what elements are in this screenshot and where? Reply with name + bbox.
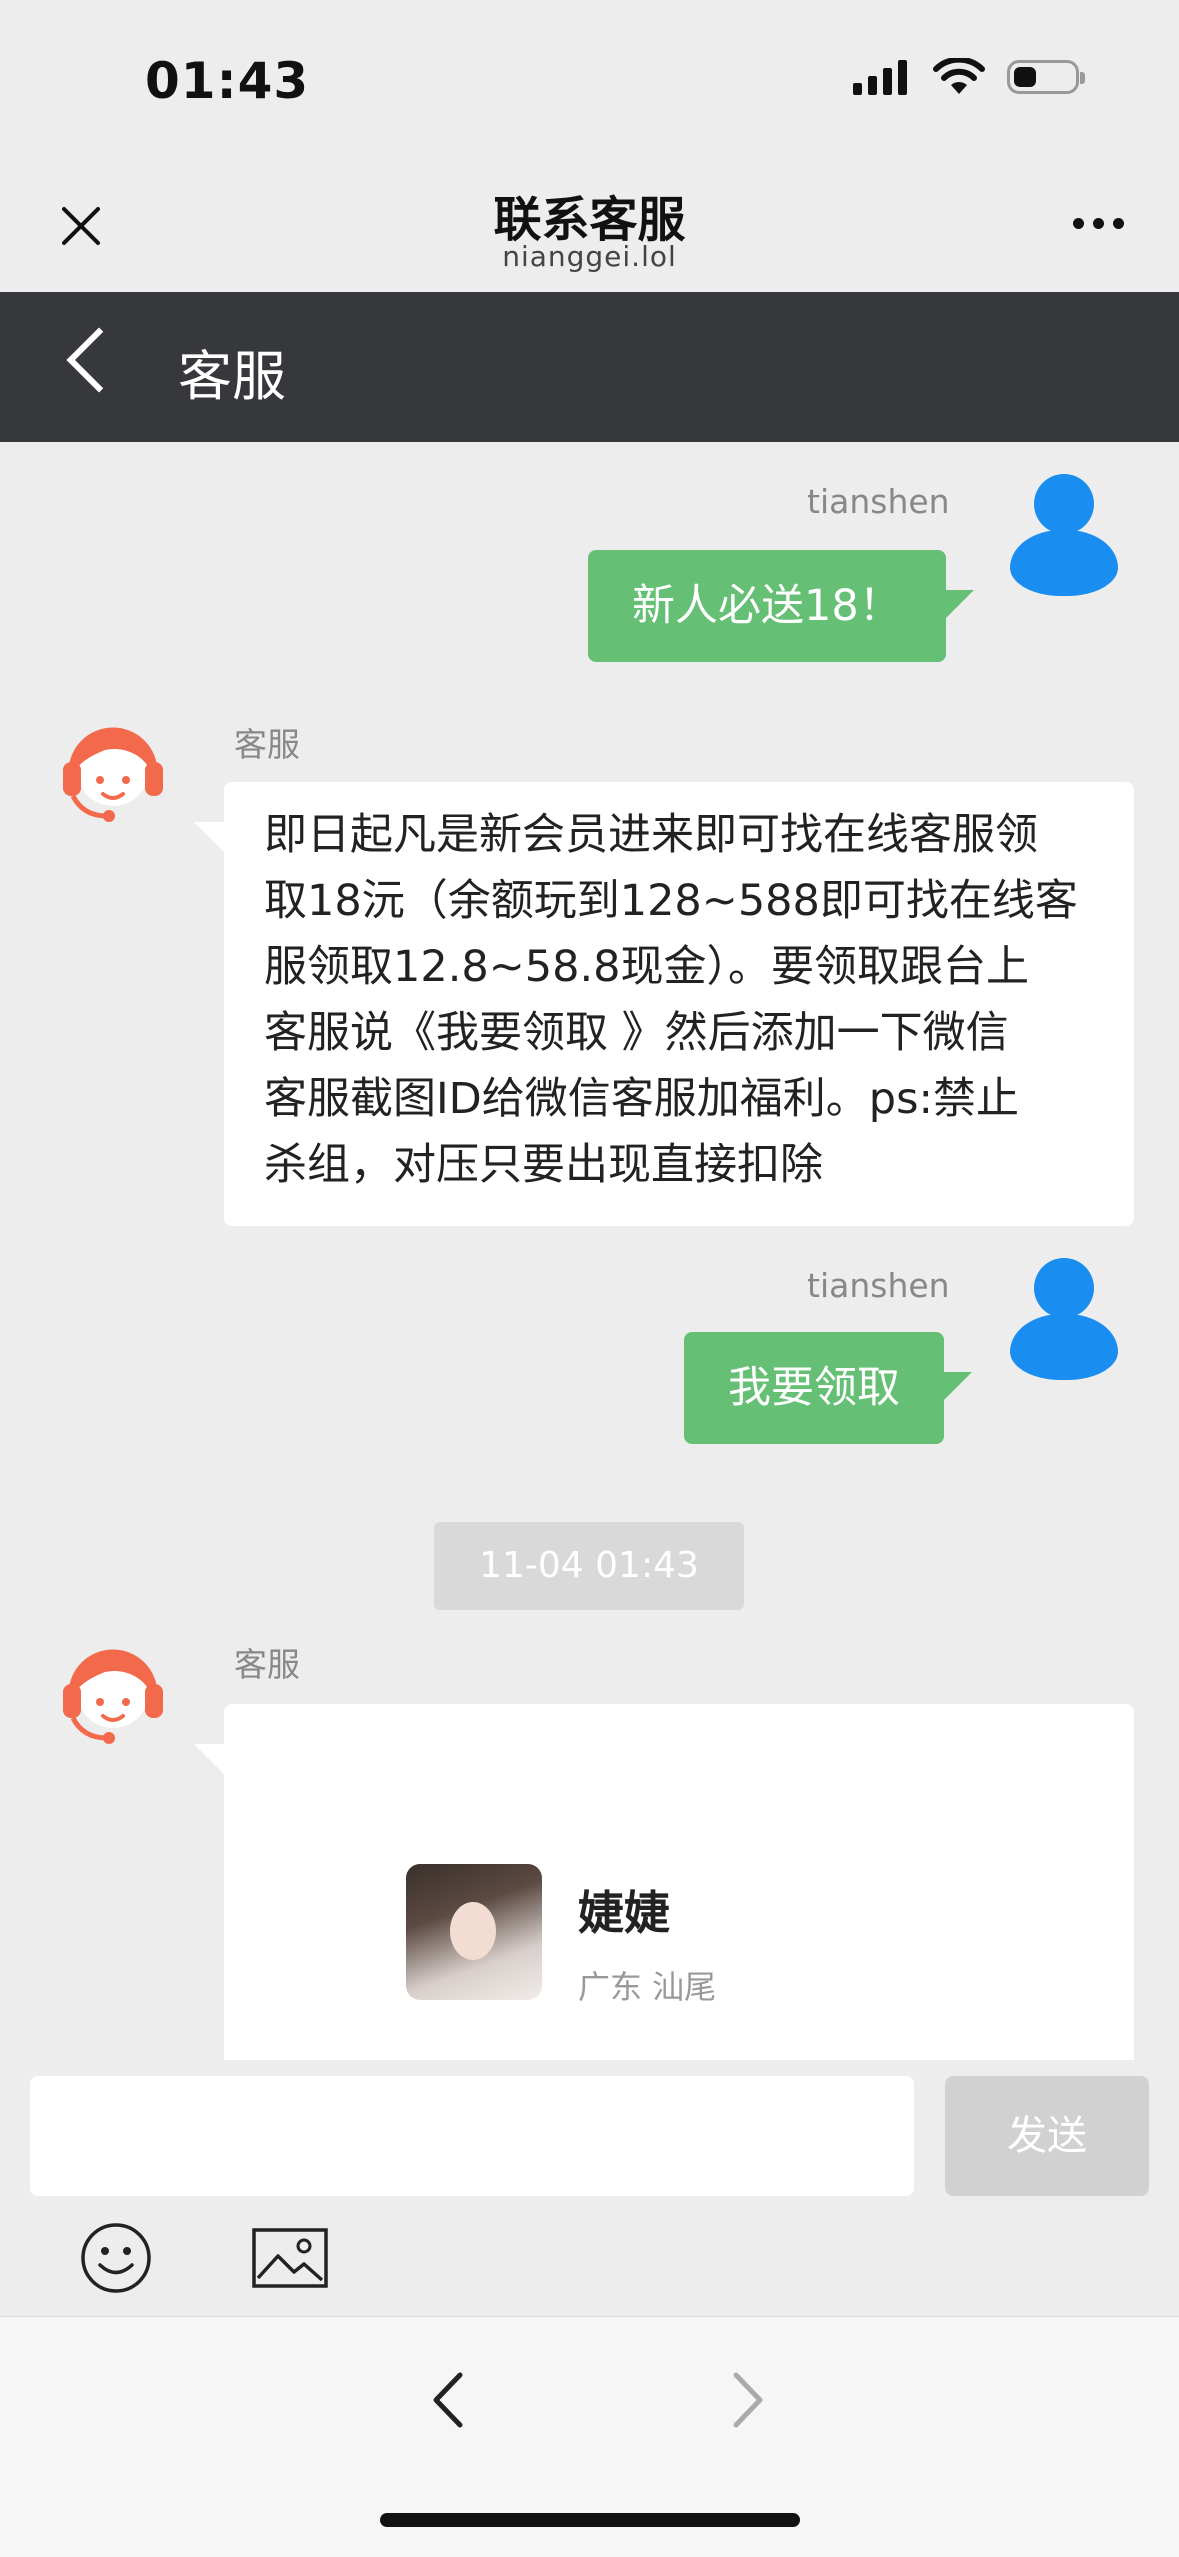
agent-avatar bbox=[63, 727, 163, 822]
contact-name: 婕婕 bbox=[578, 1886, 670, 1940]
chat-title: 客服 bbox=[178, 345, 286, 408]
message-line: 杀组，对压只要出现直接扣除 bbox=[264, 1140, 823, 1190]
user-avatar bbox=[1010, 1258, 1118, 1388]
browser-nav-bar bbox=[0, 2316, 1179, 2557]
status-time: 01:43 bbox=[145, 52, 310, 110]
message-sender-name: tianshen bbox=[807, 482, 950, 521]
browser-back-icon[interactable] bbox=[420, 2365, 480, 2435]
message-line: 客服截图ID给微信客服加福利。ps:禁止 bbox=[264, 1074, 1019, 1124]
message-sender-name: 客服 bbox=[234, 1645, 300, 1684]
message-input-bar: 发送 bbox=[0, 2060, 1179, 2316]
wifi-icon bbox=[933, 58, 985, 94]
browser-forward-icon[interactable] bbox=[716, 2365, 776, 2435]
browser-title-bar: 联系客服 nianggei.lol bbox=[0, 160, 1179, 292]
more-options-icon[interactable] bbox=[1073, 218, 1124, 229]
message-sender-name: tianshen bbox=[807, 1266, 950, 1305]
home-indicator[interactable] bbox=[380, 2513, 800, 2527]
image-icon[interactable] bbox=[252, 2228, 328, 2288]
user-avatar bbox=[1010, 474, 1118, 604]
chat-header: 客服 bbox=[0, 292, 1179, 442]
message-line: 客服说《我要领取 》然后添加一下微信 bbox=[264, 1008, 1009, 1058]
message-timestamp: 11-04 01:43 bbox=[434, 1522, 744, 1610]
message-sender-name: 客服 bbox=[234, 725, 300, 764]
agent-avatar bbox=[63, 1649, 163, 1744]
contact-location: 广东 汕尾 bbox=[578, 1968, 717, 2006]
status-bar: 01:43 bbox=[0, 0, 1179, 160]
emoji-icon[interactable] bbox=[80, 2222, 152, 2294]
message-line: 即日起凡是新会员进来即可找在线客服领 bbox=[264, 810, 1038, 860]
back-arrow-icon[interactable] bbox=[66, 327, 132, 393]
message-bubble-received[interactable]: 即日起凡是新会员进来即可找在线客服领 取18沅（余额玩到128~588即可找在线… bbox=[194, 782, 1134, 1226]
send-button[interactable]: 发送 bbox=[945, 2076, 1149, 2196]
contact-avatar-photo bbox=[406, 1864, 542, 2000]
message-bubble-sent[interactable]: 新人必送18！ bbox=[588, 550, 974, 662]
message-line: 服领取12.8~58.8现金）。要领取跟台上 bbox=[264, 942, 1030, 992]
status-icons bbox=[851, 58, 1085, 96]
page-domain: nianggei.lol bbox=[502, 240, 677, 273]
message-input[interactable] bbox=[30, 2076, 914, 2196]
message-line: 取18沅（余额玩到128~588即可找在线客 bbox=[264, 876, 1078, 926]
contact-card-bubble[interactable]: 婕婕 广东 汕尾 bbox=[194, 1704, 1134, 2060]
battery-icon bbox=[1007, 60, 1085, 94]
message-bubble-sent[interactable]: 我要领取 bbox=[684, 1332, 972, 1444]
cellular-signal-icon bbox=[853, 60, 907, 95]
chat-messages[interactable]: tianshen 新人必送18！ 客服 即日起凡是新会员进来即可找在线客服领 取… bbox=[0, 442, 1179, 2060]
